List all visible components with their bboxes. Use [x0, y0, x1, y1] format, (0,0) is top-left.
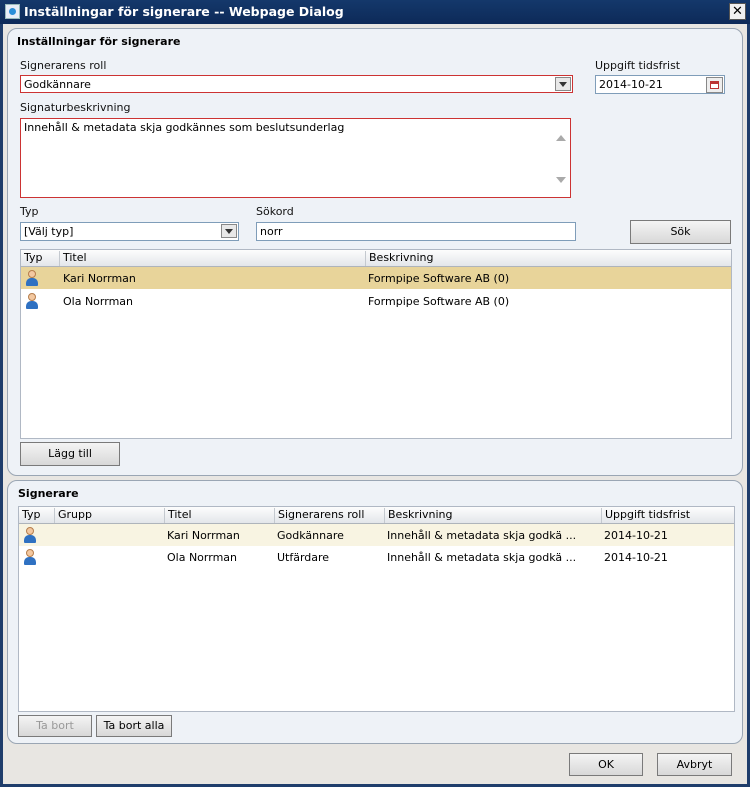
dialog-body: Inställningar för signerare Signerarens … — [3, 24, 747, 784]
ok-button[interactable]: OK — [569, 753, 643, 776]
user-icon — [25, 270, 39, 286]
col-due[interactable]: Uppgift tidsfrist — [601, 508, 734, 523]
close-window-button[interactable]: ✕ — [729, 3, 746, 20]
col-titel[interactable]: Titel — [164, 508, 192, 523]
col-grupp[interactable]: Grupp — [54, 508, 92, 523]
col-beskrivning[interactable]: Beskrivning — [365, 251, 731, 266]
ie-dialog-icon — [5, 4, 20, 19]
signer-description: Innehåll & metadata skja godkä ... — [387, 529, 577, 542]
keyword-input[interactable]: norr — [256, 222, 576, 241]
due-label: Uppgift tidsfrist — [595, 59, 681, 72]
description-textarea[interactable]: Innehåll & metadata skja godkännes som b… — [20, 118, 571, 198]
scroll-down-icon[interactable] — [556, 177, 566, 183]
signer-settings-panel: Inställningar för signerare Signerarens … — [7, 28, 743, 476]
signer-due: 2014-10-21 — [604, 551, 668, 564]
user-icon — [23, 549, 37, 565]
signer-title: Kari Norrman — [167, 529, 240, 542]
description-value: Innehåll & metadata skja godkännes som b… — [24, 121, 345, 134]
chevron-down-icon[interactable] — [555, 77, 571, 91]
add-button[interactable]: Lägg till — [20, 442, 120, 466]
type-label: Typ — [20, 205, 39, 218]
description-label: Signaturbeskrivning — [20, 101, 131, 114]
signers-grid: Typ Grupp Titel Signerarens roll Beskriv… — [18, 506, 735, 712]
col-titel[interactable]: Titel — [59, 251, 87, 266]
remove-all-button[interactable]: Ta bort alla — [96, 715, 172, 737]
col-signer-role[interactable]: Signerarens roll — [274, 508, 364, 523]
signers-header: Typ Grupp Titel Signerarens roll Beskriv… — [19, 507, 734, 524]
signer-row[interactable]: Kari Norrman Godkännare Innehåll & metad… — [19, 524, 734, 546]
chevron-down-icon[interactable] — [221, 224, 237, 238]
signer-due: 2014-10-21 — [604, 529, 668, 542]
due-date-field[interactable]: 2014-10-21 — [595, 75, 725, 94]
window-title: Inställningar för signerare -- Webpage D… — [24, 4, 344, 19]
search-results-grid: Typ Titel Beskrivning Kari Norrman Formp… — [20, 249, 732, 439]
type-select-value: [Välj typ] — [24, 225, 74, 238]
signer-role: Godkännare — [277, 529, 344, 542]
col-beskrivning[interactable]: Beskrivning — [384, 508, 453, 523]
remove-button[interactable]: Ta bort — [18, 715, 92, 737]
keyword-label: Sökord — [256, 205, 294, 218]
result-description: Formpipe Software AB (0) — [368, 295, 510, 308]
due-date-value: 2014-10-21 — [599, 78, 663, 91]
role-select[interactable]: Godkännare — [20, 75, 573, 93]
user-icon — [25, 293, 39, 309]
signer-title: Ola Norrman — [167, 551, 237, 564]
col-typ[interactable]: Typ — [19, 508, 41, 523]
calendar-icon[interactable] — [706, 77, 723, 93]
signer-description: Innehåll & metadata skja godkä ... — [387, 551, 577, 564]
signer-role: Utfärdare — [277, 551, 330, 564]
signers-panel: Signerare Typ Grupp Titel Signerarens ro… — [7, 480, 743, 744]
result-row[interactable]: Kari Norrman Formpipe Software AB (0) — [21, 267, 731, 289]
scroll-up-icon[interactable] — [556, 135, 566, 141]
signers-section-title: Signerare — [18, 487, 79, 500]
role-select-value: Godkännare — [24, 78, 91, 91]
settings-section-title: Inställningar för signerare — [17, 35, 181, 48]
keyword-value: norr — [260, 225, 283, 238]
role-label: Signerarens roll — [20, 59, 107, 72]
result-title: Kari Norrman — [63, 272, 136, 285]
search-button[interactable]: Sök — [630, 220, 731, 244]
results-header: Typ Titel Beskrivning — [21, 250, 731, 267]
result-title: Ola Norrman — [63, 295, 133, 308]
user-icon — [23, 527, 37, 543]
signer-row[interactable]: Ola Norrman Utfärdare Innehåll & metadat… — [19, 546, 734, 568]
result-description: Formpipe Software AB (0) — [368, 272, 510, 285]
result-row[interactable]: Ola Norrman Formpipe Software AB (0) — [21, 290, 731, 312]
col-typ[interactable]: Typ — [21, 251, 43, 266]
type-select[interactable]: [Välj typ] — [20, 222, 239, 241]
title-bar: Inställningar för signerare -- Webpage D… — [0, 0, 750, 24]
cancel-button[interactable]: Avbryt — [657, 753, 732, 776]
